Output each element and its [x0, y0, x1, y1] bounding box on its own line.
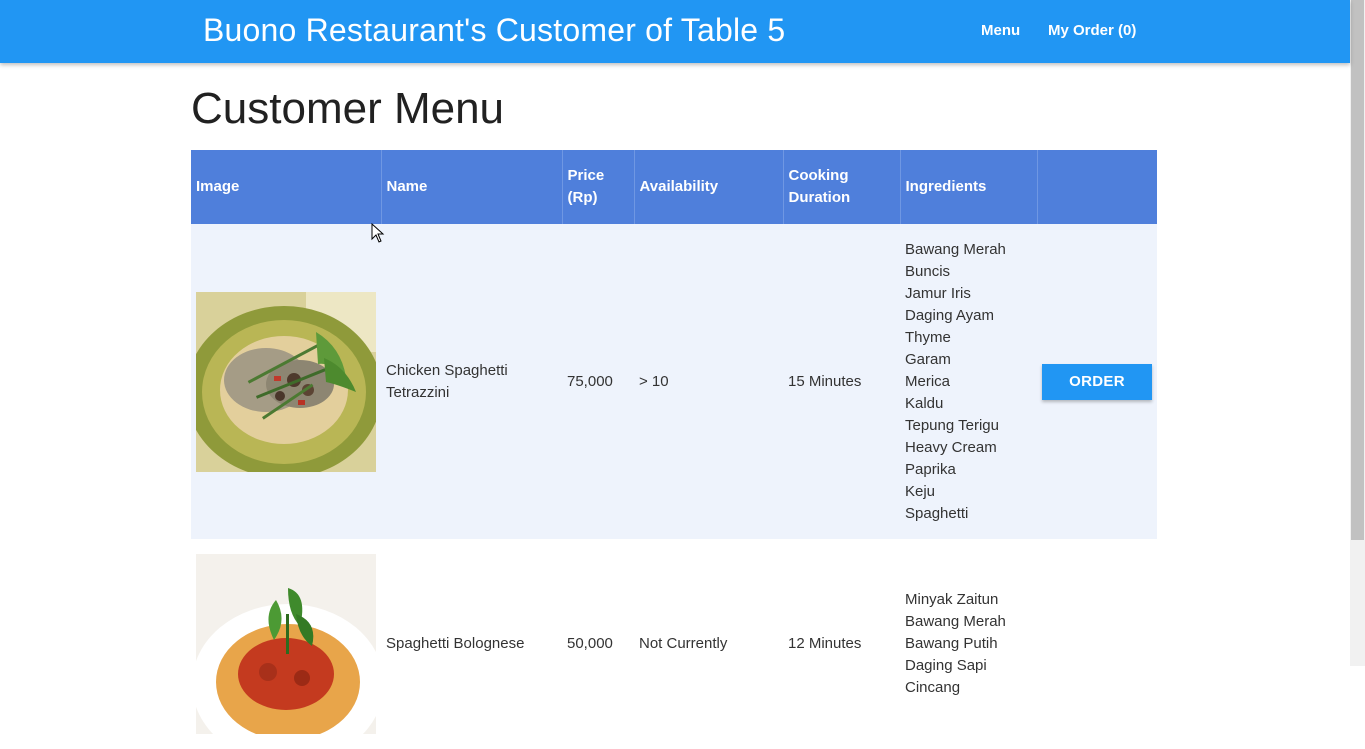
ingredient-item: Paprika	[905, 460, 956, 478]
table-row: Chicken Spaghetti Tetrazzini 75,000 > 10…	[191, 224, 1157, 539]
ingredient-item: Heavy Cream	[905, 438, 997, 456]
ingredients-cell: Bawang Merah Buncis Jamur Iris Daging Ay…	[900, 224, 1037, 539]
header-ingredients: Ingredients	[900, 150, 1038, 224]
menu-table: Image Name Price (Rp) Availability Cooki…	[191, 150, 1157, 749]
header-cooking-duration: Cooking Duration	[783, 150, 901, 224]
brand-title[interactable]: Buono Restaurant's Customer of Table 5	[203, 12, 785, 49]
table-row: Spaghetti Bolognese 50,000 Not Currently…	[191, 539, 1157, 749]
ingredient-item: Buncis	[905, 262, 951, 280]
ingredient-item: Daging Ayam	[905, 306, 994, 324]
ingredient-item: Cincang	[905, 679, 961, 696]
action-cell: ORDER	[1037, 224, 1157, 539]
item-name-line1: Chicken Spaghetti	[386, 361, 508, 379]
ingredient-item: Daging Sapi	[905, 657, 987, 674]
header-price-line2: (Rp)	[567, 189, 598, 206]
food-image-chicken-spaghetti	[196, 291, 376, 472]
ingredient-item: Kaldu	[905, 394, 944, 412]
image-cell	[191, 224, 381, 539]
top-navbar: Buono Restaurant's Customer of Table 5 M…	[0, 0, 1350, 63]
action-cell	[1037, 539, 1157, 749]
vertical-scrollbar[interactable]	[1350, 0, 1365, 666]
item-name-line2: Tetrazzini	[386, 383, 450, 401]
ingredient-item: Spaghetti	[905, 504, 969, 522]
header-cooking-line2: Duration	[788, 189, 851, 206]
mouse-cursor-icon	[371, 222, 385, 248]
ingredient-item: Bawang Merah	[905, 613, 1006, 630]
food-image-spaghetti-bolognese	[196, 554, 376, 734]
header-image: Image	[191, 150, 382, 224]
ingredient-item: Thyme	[905, 328, 951, 346]
ingredient-item: Tepung Terigu	[905, 416, 999, 434]
header-action	[1037, 150, 1157, 224]
ingredients-list: Minyak Zaitun Bawang Merah Bawang Putih …	[905, 589, 1032, 699]
name-cell: Chicken Spaghetti Tetrazzini	[381, 224, 562, 539]
price-cell: 75,000	[562, 224, 634, 539]
scrollbar-thumb[interactable]	[1351, 0, 1364, 540]
nav-my-order-link[interactable]: My Order (0)	[1048, 22, 1136, 39]
image-cell	[191, 539, 381, 749]
ingredient-item: Bawang Putih	[905, 635, 998, 652]
header-price: Price (Rp)	[562, 150, 635, 224]
header-availability: Availability	[634, 150, 784, 224]
ingredient-item: Garam	[905, 350, 951, 368]
price-cell: 50,000	[562, 539, 634, 749]
ingredient-item: Minyak Zaitun	[905, 591, 999, 608]
ingredient-item: Merica	[905, 372, 951, 390]
cooking-duration-cell: 15 Minutes	[783, 224, 900, 539]
availability-cell: > 10	[634, 224, 783, 539]
header-price-line1: Price	[567, 167, 605, 184]
name-cell: Spaghetti Bolognese	[381, 539, 562, 749]
cooking-duration-cell: 12 Minutes	[783, 539, 900, 749]
availability-cell: Not Currently	[634, 539, 783, 749]
header-name: Name	[381, 150, 563, 224]
header-cooking-line1: Cooking	[788, 167, 849, 184]
order-button[interactable]: ORDER	[1042, 363, 1152, 400]
table-header-row: Image Name Price (Rp) Availability Cooki…	[191, 150, 1157, 224]
ingredient-item: Jamur Iris	[905, 284, 971, 302]
ingredient-item: Keju	[905, 482, 936, 500]
page-title: Customer Menu	[191, 84, 505, 133]
ingredients-cell: Minyak Zaitun Bawang Merah Bawang Putih …	[900, 539, 1037, 749]
nav-menu-link[interactable]: Menu	[981, 22, 1020, 39]
ingredient-item: Bawang Merah	[905, 240, 1006, 258]
ingredients-list: Bawang Merah Buncis Jamur Iris Daging Ay…	[905, 239, 1032, 525]
